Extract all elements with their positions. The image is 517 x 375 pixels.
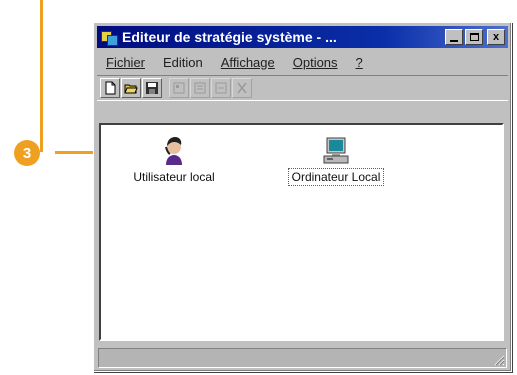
properties-icon: [173, 82, 185, 94]
close-icon: x: [492, 31, 500, 43]
copy-button[interactable]: [211, 78, 231, 98]
menu-help[interactable]: ?: [347, 55, 372, 70]
properties-button[interactable]: [169, 78, 189, 98]
item-local-computer[interactable]: Ordinateur Local: [271, 135, 401, 186]
menu-affichage[interactable]: Affichage: [212, 55, 284, 70]
save-button[interactable]: [142, 78, 162, 98]
cut-icon: [237, 82, 247, 94]
item-label: Utilisateur local: [133, 170, 215, 184]
minimize-button[interactable]: [445, 29, 463, 45]
open-icon: [124, 84, 138, 94]
item-local-user[interactable]: Utilisateur local: [119, 135, 229, 184]
cut-button[interactable]: [232, 78, 252, 98]
policy-list-pane: Utilisateur local Ordinateur Local: [99, 123, 504, 341]
maximize-icon: [469, 33, 479, 41]
title-bar[interactable]: Editeur de stratégie système - ... x: [97, 26, 508, 48]
delete-icon: [194, 82, 206, 94]
callout-leader-line: [40, 0, 43, 152]
callout-badge: 3: [14, 140, 40, 166]
new-icon: [105, 81, 116, 95]
save-icon: [146, 82, 158, 94]
new-button[interactable]: [100, 78, 120, 98]
maximize-button[interactable]: [465, 29, 483, 45]
item-label: Ordinateur Local: [287, 168, 385, 186]
close-button[interactable]: x: [487, 29, 505, 45]
copy-icon: [215, 82, 227, 94]
user-icon: [165, 137, 182, 165]
menu-fichier[interactable]: Fichier: [97, 55, 154, 70]
menu-options[interactable]: Options: [284, 55, 347, 70]
minimize-icon: [450, 39, 458, 42]
resize-grip-icon[interactable]: [493, 354, 505, 366]
menu-edition[interactable]: Edition: [154, 55, 212, 70]
delete-button[interactable]: [190, 78, 210, 98]
menu-bar: Fichier Edition Affichage Options ?: [97, 51, 508, 73]
policy-editor-window: Editeur de stratégie système - ... x Fic…: [93, 22, 512, 372]
window-title: Editeur de stratégie système - ...: [122, 29, 337, 45]
computer-icon: [323, 137, 349, 164]
open-button[interactable]: [121, 78, 141, 98]
toolbar: [97, 75, 508, 101]
app-icon[interactable]: [101, 29, 118, 46]
status-bar: [98, 348, 507, 368]
